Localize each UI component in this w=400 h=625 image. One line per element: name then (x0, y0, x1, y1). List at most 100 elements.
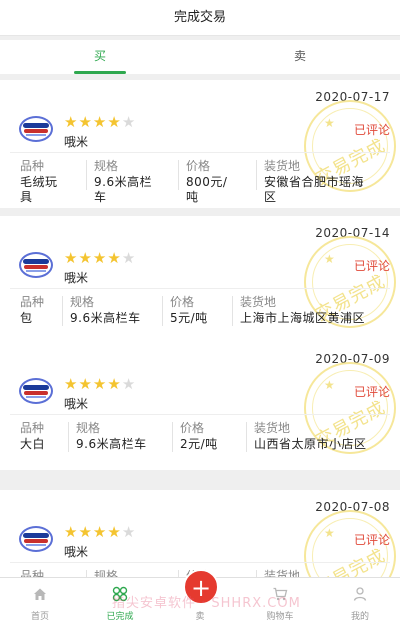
column-divider (246, 422, 247, 452)
field-value: 5元/吨 (170, 311, 208, 325)
field-value: 2元/吨 (180, 437, 218, 451)
app-screen: 完成交易 买 卖 2020-07-17 ★★★★★ 哦米 ★ 交易完成 已评论 品种 毛绒玩具… (0, 0, 400, 625)
rating-star-icon: ★ (121, 375, 137, 393)
rating-stars: ★★★★★ (64, 523, 136, 541)
tab-sell-label: 卖 (293, 49, 306, 63)
status-badge[interactable]: 已评论 (354, 121, 390, 138)
rating-star-icon: ★ (92, 249, 108, 267)
column-divider (172, 422, 173, 452)
rating-star-icon: ★ (64, 375, 79, 393)
avatar[interactable] (19, 526, 53, 552)
tab-buy[interactable]: 买 (0, 40, 200, 74)
home-icon (0, 586, 80, 604)
seller-name: 哦米 (64, 545, 89, 559)
rating-stars: ★★★★★ (64, 375, 136, 393)
tabbar-item-me[interactable]: 我的 (320, 578, 400, 625)
order-field: 品种包 (20, 294, 44, 340)
field-label: 装货地 (264, 159, 301, 173)
rating-star-icon: ★ (78, 113, 93, 131)
field-value: 800元/吨 (186, 175, 228, 204)
field-label: 价格 (186, 159, 211, 173)
avatar[interactable] (19, 116, 53, 142)
order-field: 规格 9.6米高栏车 (68, 420, 147, 466)
tab-sell[interactable]: 卖 (200, 40, 400, 74)
field-value: 山西省太原市小店区 (254, 437, 367, 451)
field-label: 装货地 (254, 421, 291, 435)
order-field: 价格 5元/吨 (162, 294, 208, 340)
tabbar-item-home[interactable]: 首页 (0, 578, 80, 625)
field-label: 价格 (180, 421, 205, 435)
rating-star-icon: ★ (107, 249, 122, 267)
user-icon (320, 586, 400, 604)
field-value: 毛绒玩具 (20, 175, 58, 204)
field-value: 包 (20, 311, 33, 325)
rating-star-icon: ★ (121, 249, 137, 267)
field-value: 安徽省合肥市瑶海区 (264, 175, 365, 204)
seller-name: 哦米 (64, 135, 89, 149)
rating-star-icon: ★ (64, 523, 79, 541)
order-field: 品种 大白 (20, 420, 45, 466)
rating-stars: ★★★★★ (64, 249, 136, 267)
rating-star-icon: ★ (92, 113, 108, 131)
avatar[interactable] (19, 378, 53, 404)
rating-star-icon: ★ (78, 375, 93, 393)
status-badge[interactable]: 已评论 (354, 531, 390, 548)
rating-stars: ★★★★★ (64, 113, 136, 131)
column-divider (256, 160, 257, 190)
stamp-star-icon: ★ (324, 526, 335, 540)
order-field: 装货地安徽省合肥市瑶海区 (256, 158, 365, 204)
rating-star-icon: ★ (64, 113, 79, 131)
page-title: 完成交易 (0, 0, 400, 36)
order-info-row: 品种包 规格 9.6米高栏车 价格 5元/吨 装货地上海市上海城区黄浦区 (0, 294, 400, 340)
order-field: 规格 9.6米高栏车 (86, 158, 153, 204)
order-field: 规格 9.6米高栏车 (62, 294, 141, 340)
watermark-text: 指尖安卓软件 · SHHRX.COM (112, 596, 301, 611)
tab-buy-label: 买 (93, 49, 106, 63)
order-field: 价格 800元/吨 (178, 158, 228, 204)
tab-active-indicator (74, 71, 126, 74)
status-badge[interactable]: 已评论 (354, 257, 390, 274)
order-card[interactable]: 2020-07-09 ★★★★★ 哦米 ★ 交易完成 已评论 品种 大白 规格 9.6米高栏车 价格… (0, 342, 400, 470)
field-label: 装货地 (240, 295, 277, 309)
rating-star-icon: ★ (107, 523, 122, 541)
rating-star-icon: ★ (121, 113, 137, 131)
order-info-row: 品种 大白 规格 9.6米高栏车 价格 2元/吨 装货地山西省太原市小店区 (0, 420, 400, 466)
card-divider (10, 562, 390, 563)
field-label: 品种 (20, 159, 45, 173)
seller-name: 哦米 (64, 397, 89, 411)
avatar[interactable] (19, 252, 53, 278)
column-divider (232, 296, 233, 326)
field-label: 品种 (20, 295, 45, 309)
order-field: 装货地上海市上海城区黄浦区 (232, 294, 366, 340)
field-value: 上海市上海城区黄浦区 (240, 311, 366, 325)
field-label: 价格 (170, 295, 195, 309)
rating-star-icon: ★ (78, 523, 93, 541)
field-value: 大白 (20, 437, 46, 451)
order-field: 价格 2元/吨 (172, 420, 218, 466)
tabbar-label-home: 首页 (30, 612, 49, 622)
seller-name: 哦米 (64, 271, 89, 285)
card-divider (10, 414, 390, 415)
field-value: 9.6米高栏车 (76, 437, 147, 451)
column-divider (62, 296, 63, 326)
card-divider (10, 288, 390, 289)
field-label: 规格 (70, 295, 95, 309)
rating-star-icon: ★ (78, 249, 93, 267)
column-divider (178, 160, 179, 190)
stamp-star-icon: ★ (324, 252, 335, 266)
stamp-star-icon: ★ (324, 378, 335, 392)
stamp-star-icon: ★ (324, 116, 335, 130)
card-divider (10, 152, 390, 153)
field-label: 规格 (76, 421, 101, 435)
field-value: 9.6米高栏车 (94, 175, 153, 204)
field-value: 9.6米高栏车 (70, 311, 141, 325)
rating-star-icon: ★ (92, 375, 108, 393)
column-divider (68, 422, 69, 452)
order-field: 品种 毛绒玩具 (20, 158, 58, 204)
rating-star-icon: ★ (64, 249, 79, 267)
order-card[interactable]: 2020-07-14 ★★★★★ 哦米 ★ 交易完成 已评论 品种包规格 9.6米高栏车 价格 5… (0, 216, 400, 344)
order-card[interactable]: 2020-07-17 ★★★★★ 哦米 ★ 交易完成 已评论 品种 毛绒玩具规格 9.6米高栏车… (0, 80, 400, 208)
column-divider (86, 160, 87, 190)
status-badge[interactable]: 已评论 (354, 383, 390, 400)
rating-star-icon: ★ (107, 375, 122, 393)
